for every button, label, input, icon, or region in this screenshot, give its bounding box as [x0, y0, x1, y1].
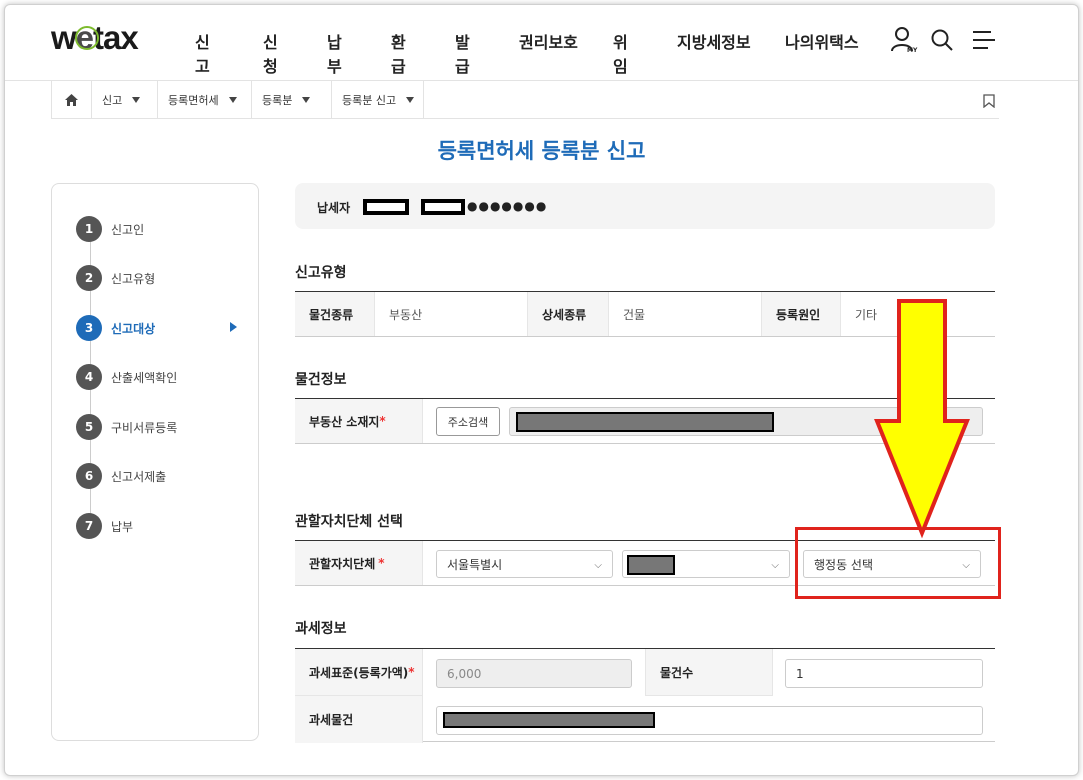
step-label: 납부: [111, 519, 134, 534]
nav-item-apply[interactable]: 신청: [263, 29, 278, 77]
tax-object-input[interactable]: [436, 706, 983, 735]
section-title-tax-info: 과세정보: [295, 621, 347, 637]
logo-e: e: [75, 19, 94, 56]
site-header: wetax 신고 신청 납부 환급 발급 권리보호 위임 지방세정보 나의위택스…: [5, 5, 1078, 81]
step-label: 신고대상: [111, 321, 156, 336]
redacted-district: [627, 555, 675, 575]
step-number: 4: [76, 364, 102, 390]
step-number: 5: [76, 414, 102, 440]
bookmark-icon[interactable]: [983, 93, 995, 109]
breadcrumb-label: 신고: [102, 94, 123, 107]
nav-item-local-tax-info[interactable]: 지방세정보: [677, 29, 751, 53]
step-number: 2: [76, 265, 102, 291]
wetax-logo[interactable]: wetax: [51, 19, 139, 57]
detail-label: 상세종류: [527, 292, 609, 336]
step-5: 5 구비서류등록: [76, 414, 177, 440]
page-title: 등록면허세 등록분 신고: [437, 139, 646, 163]
breadcrumb-item-license-tax[interactable]: 등록면허세: [158, 81, 252, 119]
browser-frame: wetax 신고 신청 납부 환급 발급 권리보호 위임 지방세정보 나의위택스…: [4, 4, 1079, 776]
nav-item-refund[interactable]: 환급: [391, 29, 406, 77]
chevron-down-icon: ⌵: [594, 560, 602, 571]
nav-item-my-wetax[interactable]: 나의위택스: [785, 29, 859, 53]
tax-info-table: 과세표준(등록가액) * 6,000 물건수 1 과세물건: [295, 648, 995, 743]
current-step-arrow-icon: [230, 322, 237, 332]
caret-down-icon: [302, 97, 311, 103]
breadcrumb-label: 등록면허세: [168, 94, 219, 107]
nav-item-pay[interactable]: 납부: [327, 29, 342, 77]
redacted-address: [516, 412, 774, 432]
breadcrumb-item-report[interactable]: 신고: [92, 81, 158, 119]
city-select[interactable]: 서울특별시 ⌵: [436, 550, 613, 578]
jurisdiction-label: 관할자치단체 *: [295, 541, 423, 585]
user-icon[interactable]: MY: [889, 25, 919, 57]
step-number: 6: [76, 463, 102, 489]
step-label: 신고인: [111, 222, 145, 237]
address-search-button[interactable]: 주소검색: [436, 407, 500, 436]
kind-value: 부동산: [389, 307, 423, 322]
redacted-id: [421, 199, 465, 215]
logo-w: w: [51, 19, 77, 56]
step-3-active: 3 신고대상: [76, 315, 155, 341]
location-label: 부동산 소재지 *: [295, 399, 423, 443]
taxpayer-label: 납세자: [317, 201, 351, 215]
nav-item-report[interactable]: 신고: [195, 29, 210, 77]
item-count-input[interactable]: 1: [785, 659, 983, 688]
section-title-report-type: 신고유형: [295, 265, 347, 281]
required-mark: *: [379, 414, 386, 428]
step-number: 3: [76, 315, 102, 341]
step-6: 6 신고서제출: [76, 463, 166, 489]
required-mark: *: [408, 665, 415, 679]
district-select[interactable]: ⌵: [622, 550, 790, 578]
location-label-text: 부동산 소재지: [309, 414, 380, 429]
caret-down-icon: [406, 97, 415, 103]
breadcrumb-item-registration[interactable]: 등록분: [252, 81, 332, 119]
city-select-value: 서울특별시: [447, 557, 503, 572]
step-number: 1: [76, 216, 102, 242]
menu-icon[interactable]: [971, 29, 997, 51]
step-sidebar: 1 신고인 2 신고유형 3 신고대상 4 산출세액확인 5 구비서류등록 6 신고서제출 …: [51, 183, 259, 741]
chevron-down-icon: ⌵: [771, 560, 779, 571]
redacted-name: [363, 199, 409, 215]
step-2: 2 신고유형: [76, 265, 155, 291]
item-count-label: 물건수: [645, 649, 773, 696]
masked-id-suffix: ●●●●●●●: [467, 199, 548, 213]
my-label: MY: [907, 47, 918, 54]
nav-item-rights[interactable]: 권리보호: [519, 29, 578, 53]
nav-item-issue[interactable]: 발급: [455, 29, 470, 77]
breadcrumb-label: 등록분: [262, 94, 293, 107]
step-1: 1 신고인: [76, 216, 144, 242]
redacted-tax-object: [443, 712, 655, 728]
step-label: 신고유형: [111, 271, 156, 286]
step-label: 구비서류등록: [111, 420, 178, 435]
taxpayer-box: 납세자 ●●●●●●●: [295, 183, 995, 229]
cause-label: 등록원인: [761, 292, 841, 336]
detail-value: 건물: [623, 307, 646, 322]
required-mark: *: [378, 556, 385, 570]
caret-down-icon: [132, 97, 141, 103]
step-7: 7 납부: [76, 513, 133, 539]
step-label: 산출세액확인: [111, 370, 178, 385]
step-label: 신고서제출: [111, 469, 167, 484]
step-4: 4 산출세액확인: [76, 364, 177, 390]
breadcrumb: 신고 등록면허세 등록분 등록분 신고: [51, 81, 999, 119]
tax-base-label: 과세표준(등록가액) *: [295, 649, 423, 696]
nav-item-delegate[interactable]: 위임: [613, 29, 628, 77]
search-icon[interactable]: [929, 27, 955, 53]
section-title-property: 물건정보: [295, 372, 347, 388]
kind-label: 물건종류: [295, 292, 375, 336]
section-title-jurisdiction: 관할자치단체 선택: [295, 514, 403, 530]
caret-down-icon: [228, 97, 237, 103]
logo-rest: tax: [93, 19, 139, 56]
breadcrumb-item-registration-report[interactable]: 등록분 신고: [332, 81, 424, 119]
jurisdiction-label-text: 관할자치단체: [309, 556, 376, 571]
tax-base-input[interactable]: 6,000: [436, 659, 632, 688]
breadcrumb-label: 등록분 신고: [342, 94, 397, 107]
tax-object-label: 과세물건: [295, 696, 423, 743]
step-number: 7: [76, 513, 102, 539]
tax-base-label-text: 과세표준(등록가액): [309, 665, 409, 680]
home-icon[interactable]: [52, 81, 92, 119]
yellow-arrow-icon: [873, 297, 971, 543]
